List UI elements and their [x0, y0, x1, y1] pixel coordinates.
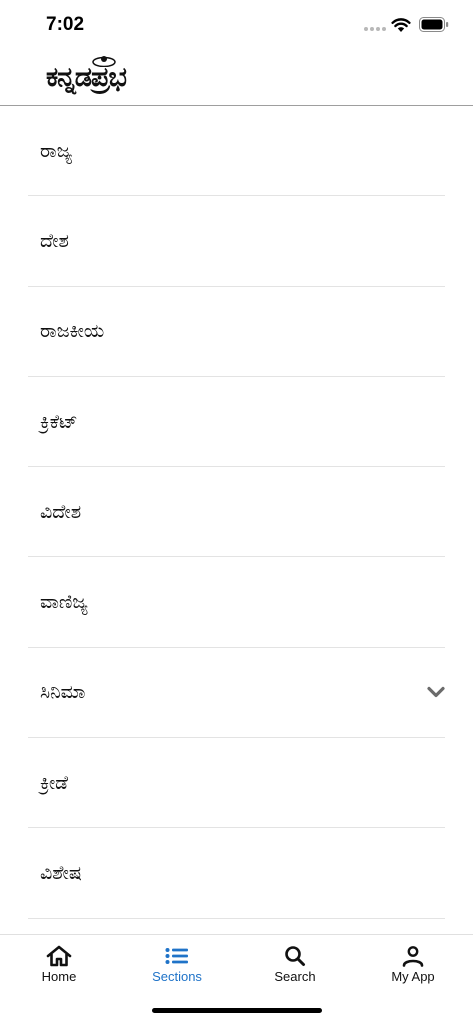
section-item-label: ರಾಜ್ಯ	[40, 139, 73, 162]
section-item-vishesha[interactable]: ವಿಶೇಷ	[28, 828, 445, 919]
cellular-signal-icon	[364, 27, 386, 31]
status-time: 7:02	[46, 14, 85, 35]
home-indicator[interactable]	[152, 1008, 322, 1013]
section-item-rajakiya[interactable]: ರಾಜಕೀಯ	[28, 287, 445, 377]
section-item-label: ವಿಶೇಷ	[40, 862, 82, 885]
search-icon	[285, 946, 305, 966]
section-item-label: ಸಿನಿಮಾ	[40, 681, 86, 704]
section-item-kreede[interactable]: ಕ್ರೀಡೆ	[28, 738, 445, 829]
section-list: ರಾಜ್ಯ ದೇಶ ರಾಜಕೀಯ ಕ್ರಿಕೆಟ್ ವಿದೇಶ ವಾಣಿಜ್ಯ …	[0, 106, 473, 919]
section-item-label: ಕ್ರೀಡೆ	[40, 771, 69, 794]
person-icon	[402, 946, 424, 967]
tab-search[interactable]: Search	[236, 945, 354, 995]
section-item-label: ಕ್ರಿಕೆಟ್	[40, 410, 78, 433]
section-item-label: ರಾಜಕೀಯ	[40, 320, 105, 343]
tab-my-app[interactable]: My App	[354, 945, 472, 995]
tab-home[interactable]: Home	[0, 945, 118, 995]
section-item-label: ವಿದೇಶ	[40, 500, 82, 523]
tab-search-label: Search	[274, 969, 316, 984]
section-item-cricket[interactable]: ಕ್ರಿಕೆಟ್	[28, 377, 445, 468]
chevron-down-icon[interactable]	[427, 686, 445, 698]
tab-sections-label: Sections	[152, 969, 202, 984]
app-logo[interactable]: ಕನ್ನಡಪ್ರಭ	[46, 62, 127, 94]
section-item-label: ದೇಶ	[40, 229, 69, 252]
tab-sections[interactable]: Sections	[118, 945, 236, 995]
list-icon	[165, 948, 188, 964]
app-header: ಕನ್ನಡಪ್ರಭ	[0, 52, 473, 106]
battery-icon	[419, 17, 449, 32]
home-icon	[46, 945, 72, 967]
tab-my-app-label: My App	[391, 969, 435, 984]
section-item-vanijya[interactable]: ವಾಣಿಜ್ಯ	[28, 557, 445, 648]
section-item-cinema[interactable]: ಸಿನಿಮಾ	[28, 648, 445, 739]
screen: 7:02 ಕನ್ನಡಪ್ರಭ ರಾಜ್ಯ ದೇಶ ರಾಜಕೀಯ ಕ್ರಿಕೆಟ್…	[0, 0, 473, 1024]
section-item-videsha[interactable]: ವಿದೇಶ	[28, 467, 445, 558]
section-item-rajya[interactable]: ರಾಜ್ಯ	[28, 106, 445, 197]
status-bar: 7:02	[0, 0, 473, 50]
section-item-label: ವಾಣಿಜ್ಯ	[40, 591, 88, 614]
section-item-desha[interactable]: ದೇಶ	[28, 196, 445, 287]
wifi-icon	[391, 18, 411, 32]
tab-home-label: Home	[41, 969, 77, 984]
